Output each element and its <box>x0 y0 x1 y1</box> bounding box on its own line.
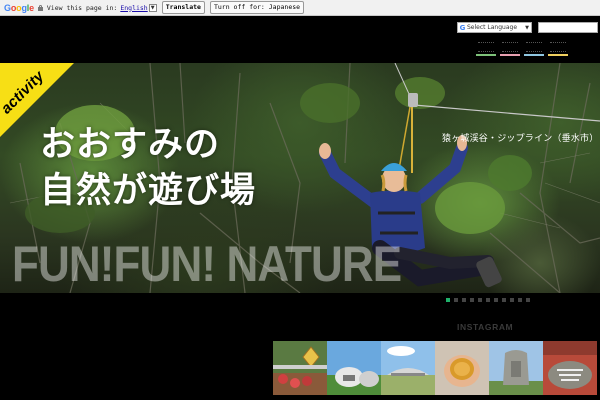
slider-dot[interactable] <box>510 298 514 302</box>
instagram-thumb-sign[interactable] <box>543 341 597 395</box>
turn-off-button[interactable]: Turn off for: Japanese <box>209 1 305 14</box>
site-search-input[interactable] <box>538 22 598 33</box>
instagram-thumb-food[interactable] <box>435 341 489 395</box>
slider-dot[interactable] <box>486 298 490 302</box>
nav-item-3[interactable] <box>524 40 544 56</box>
language-select[interactable]: G Select Language ▼ <box>457 22 532 33</box>
nav-item-1[interactable] <box>476 40 496 56</box>
instagram-thumb-dome[interactable] <box>327 341 381 395</box>
hero-tagline: FUN!FUN! NATURE <box>12 236 402 292</box>
slider-dot[interactable] <box>494 298 498 302</box>
hero-title-line2: 自然が遊び場 <box>40 171 257 211</box>
translate-bar: Google View this page in: English ▼ Tran… <box>0 0 600 16</box>
main-nav <box>476 40 568 56</box>
hero-title: おおすみの 自然が遊び場 <box>40 122 256 214</box>
location-caption: 猿ヶ城渓谷・ジップライン（垂水市） <box>442 134 599 144</box>
slider-dot[interactable] <box>526 298 530 302</box>
google-logo: Google <box>4 2 34 13</box>
nav-item-4[interactable] <box>548 40 568 56</box>
site-header: G Select Language ▼ <box>0 16 600 63</box>
instagram-thumb-stadium[interactable] <box>381 341 435 395</box>
instagram-thumb-festival[interactable] <box>273 341 327 395</box>
slider-dots <box>446 298 530 302</box>
slider-dot[interactable] <box>462 298 466 302</box>
instagram-thumb-monument[interactable] <box>489 341 543 395</box>
slider-dot[interactable] <box>446 298 450 302</box>
lock-icon <box>37 4 43 11</box>
language-select-label: Select Language <box>467 23 518 31</box>
chevron-down-icon: ▼ <box>525 24 529 31</box>
language-link[interactable]: English <box>120 4 147 12</box>
hero-title-line1: おおすみの <box>40 125 221 165</box>
slider-dot[interactable] <box>478 298 482 302</box>
nav-item-2[interactable] <box>500 40 520 56</box>
slider-dot[interactable] <box>454 298 458 302</box>
view-page-in-text: View this page in: <box>46 3 118 12</box>
instagram-feed <box>273 341 597 395</box>
google-g-icon: G <box>459 23 466 32</box>
language-dropdown-icon[interactable]: ▼ <box>148 3 157 12</box>
translate-button[interactable]: Translate <box>161 1 205 14</box>
slider-dot[interactable] <box>518 298 522 302</box>
instagram-heading: INSTAGRAM <box>457 322 514 332</box>
slider-dot[interactable] <box>502 298 506 302</box>
slider-dot[interactable] <box>470 298 474 302</box>
